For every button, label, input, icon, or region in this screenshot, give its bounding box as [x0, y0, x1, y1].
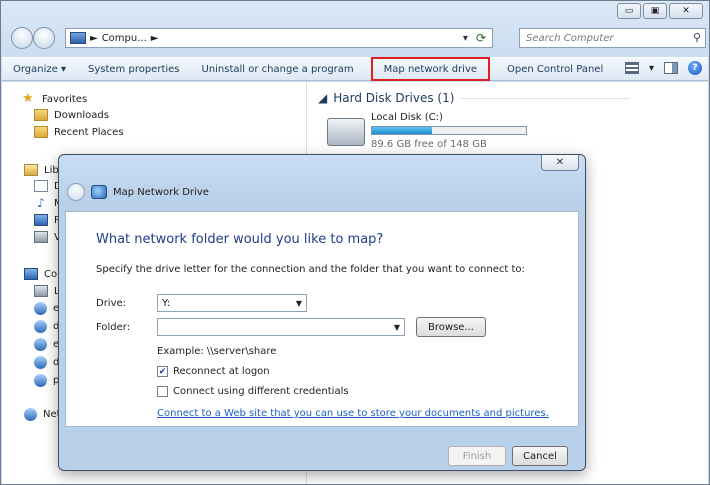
network-drive-icon	[34, 320, 47, 333]
change-view-icon[interactable]	[624, 62, 639, 74]
refresh-icon[interactable]: ⟳	[476, 31, 486, 45]
recent-places-icon	[34, 126, 48, 138]
star-icon: ★	[22, 91, 34, 106]
address-chevron-icon[interactable]: ►	[151, 33, 159, 44]
nav-favorites[interactable]: ★ Favorites	[22, 92, 87, 106]
search-input[interactable]: Search Computer ⚲	[519, 28, 706, 48]
address-separator-icon: ►	[90, 32, 98, 44]
address-dropdown-icon[interactable]: ▾	[463, 33, 468, 44]
system-properties-button[interactable]: System properties	[77, 58, 191, 80]
preview-pane-icon[interactable]	[664, 62, 678, 74]
cancel-button[interactable]: Cancel	[512, 446, 568, 466]
organize-button[interactable]: Organize ▾	[2, 58, 77, 80]
address-bar[interactable]: ► Compu... ► ▾ ⟳	[65, 28, 493, 48]
map-network-drive-button[interactable]: Map network drive	[370, 57, 491, 81]
search-placeholder: Search Computer	[526, 32, 614, 44]
folder-example: Example: \\server\share	[157, 346, 277, 357]
reconnect-checkbox[interactable]: ✔ Reconnect at logon	[157, 366, 270, 377]
reconnect-checkbox-box[interactable]: ✔	[157, 366, 168, 377]
group-divider	[460, 97, 631, 99]
drive-select[interactable]: Y: ▼	[157, 294, 307, 312]
nav-recent-places[interactable]: Recent Places	[34, 126, 124, 138]
disk-name: Local Disk (C:)	[371, 112, 443, 123]
dialog-body: What network folder would you like to ma…	[65, 211, 579, 427]
folder-label: Folder:	[96, 322, 131, 333]
nav-libraries[interactable]: Libr	[24, 164, 63, 176]
chevron-down-icon[interactable]: ▼	[394, 323, 400, 332]
web-storage-link[interactable]: Connect to a Web site that you can use t…	[157, 408, 549, 419]
search-icon[interactable]: ⚲	[693, 31, 701, 44]
computer-icon	[70, 32, 86, 44]
dialog-heading: What network folder would you like to ma…	[96, 232, 384, 247]
network-drive-icon	[91, 185, 107, 199]
hard-disk-icon	[327, 118, 365, 146]
network-drive-icon	[34, 338, 47, 351]
dialog-title-bar: Map Network Drive	[67, 183, 209, 201]
reconnect-label: Reconnect at logon	[173, 366, 270, 377]
drive-value: Y:	[162, 297, 171, 309]
back-button[interactable]	[11, 27, 33, 49]
network-drive-icon	[34, 302, 47, 315]
network-drive-icon	[34, 374, 47, 387]
folder-input[interactable]: ▼	[157, 318, 405, 336]
computer-icon	[24, 268, 38, 280]
nav-network[interactable]: Net	[24, 408, 61, 421]
credentials-checkbox-box[interactable]	[157, 386, 168, 397]
forward-button[interactable]	[33, 27, 55, 49]
libraries-icon	[24, 164, 38, 176]
help-icon[interactable]: ?	[688, 61, 702, 75]
close-button[interactable]: ✕	[669, 3, 703, 19]
hard-disk-drives-header[interactable]: ◢ Hard Disk Drives (1)	[318, 91, 631, 105]
command-bar: Organize ▾ System properties Uninstall o…	[2, 57, 708, 81]
network-icon	[24, 408, 37, 421]
dialog-close-button[interactable]: ✕	[541, 155, 579, 171]
nav-downloads[interactable]: Downloads	[34, 109, 109, 121]
credentials-label: Connect using different credentials	[173, 386, 349, 397]
disk-free-space: 89.6 GB free of 148 GB	[371, 139, 487, 150]
dialog-description: Specify the drive letter for the connect…	[96, 264, 525, 275]
navigation-bar: ► Compu... ► ▾ ⟳ Search Computer ⚲	[7, 27, 706, 51]
drive-label: Drive:	[96, 298, 127, 309]
videos-icon	[34, 231, 48, 243]
local-disk-icon	[34, 285, 48, 297]
maximize-button[interactable]: ▣	[643, 3, 667, 19]
chevron-down-icon: ▼	[295, 299, 302, 308]
disk-usage-fill	[372, 127, 433, 134]
minimize-button[interactable]: ▭	[617, 3, 641, 19]
documents-icon	[34, 180, 48, 192]
view-dropdown-icon[interactable]: ▾	[649, 63, 654, 74]
dialog-back-button[interactable]	[67, 183, 85, 201]
collapse-arrow-icon: ◢	[318, 91, 328, 105]
address-path: Compu...	[101, 32, 147, 44]
open-control-panel-button[interactable]: Open Control Panel	[496, 58, 614, 80]
browse-button[interactable]: Browse...	[416, 317, 486, 337]
downloads-folder-icon	[34, 109, 48, 121]
disk-usage-bar	[371, 126, 527, 135]
window-controls: ▭ ▣ ✕	[617, 3, 703, 19]
credentials-checkbox[interactable]: Connect using different credentials	[157, 386, 349, 397]
pictures-icon	[34, 214, 48, 226]
nav-computer[interactable]: Co	[24, 268, 57, 280]
dialog-title: Map Network Drive	[113, 186, 209, 198]
network-drive-icon	[34, 356, 47, 369]
music-icon: ♪	[37, 196, 45, 210]
finish-button[interactable]: Finish	[448, 446, 506, 466]
uninstall-program-button[interactable]: Uninstall or change a program	[191, 58, 365, 80]
map-network-drive-dialog: ✕ Map Network Drive What network folder …	[58, 154, 586, 471]
